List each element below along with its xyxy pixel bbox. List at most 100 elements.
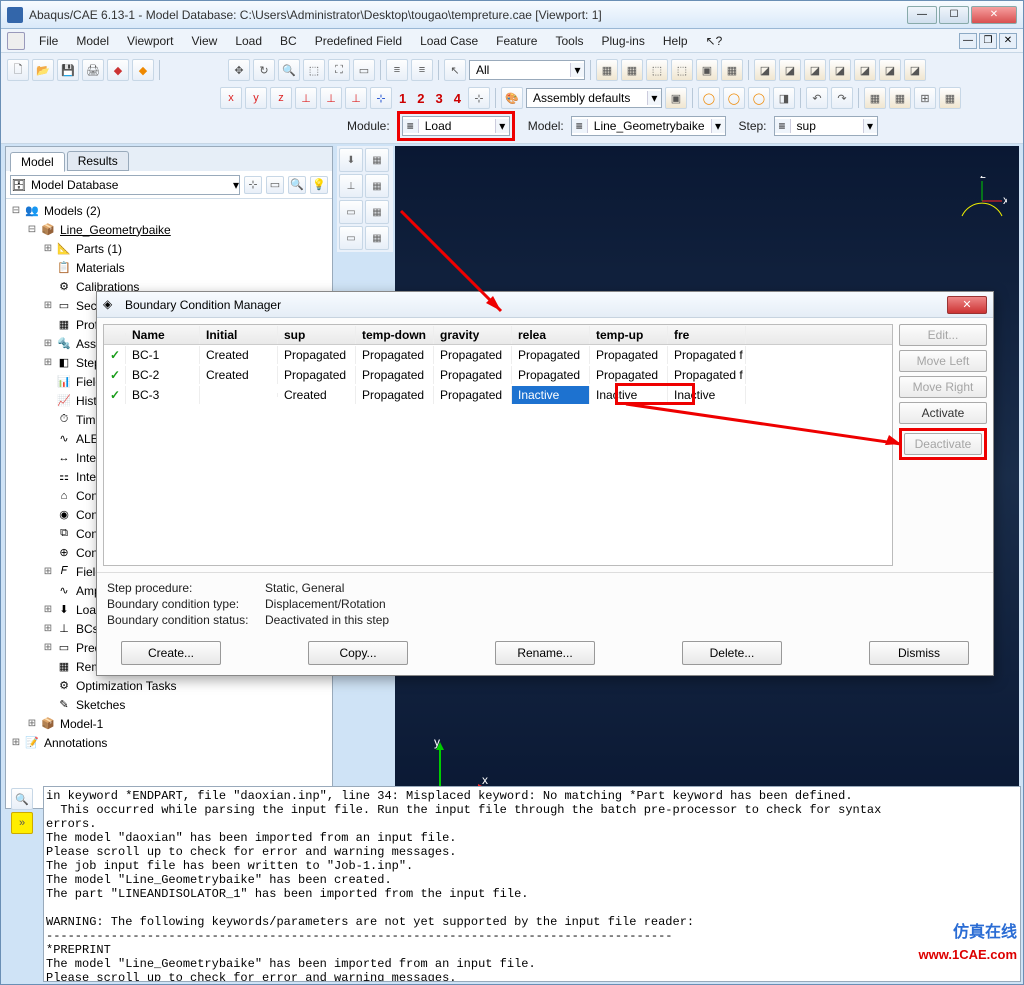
view-icon[interactable]: ◪ — [904, 59, 926, 81]
bc-table[interactable]: NameInitialsuptemp-downgravityreleatemp-… — [103, 324, 893, 566]
view-1-label[interactable]: 1 — [395, 91, 410, 106]
document-icon[interactable] — [7, 32, 25, 50]
deactivate-button[interactable]: Deactivate — [904, 433, 982, 455]
view-2-label[interactable]: 2 — [413, 91, 428, 106]
help-pointer-icon[interactable]: ↖? — [698, 32, 731, 50]
column-header[interactable]: temp-up — [590, 326, 668, 344]
cursor-icon[interactable]: ↖ — [444, 59, 466, 81]
tree-item[interactable]: ⊞📝Annotations — [6, 733, 332, 752]
tree-item[interactable]: ⊟👥Models (2) — [6, 201, 332, 220]
model-database-combo[interactable]: 🗄 Model Database ▾ — [10, 175, 240, 195]
tool-icon[interactable]: ◨ — [773, 87, 795, 109]
view-icon[interactable]: ▦ — [721, 59, 743, 81]
view-side-icon[interactable]: ◪ — [804, 59, 826, 81]
tool-icon[interactable]: ▦ — [889, 87, 911, 109]
menu-viewport[interactable]: Viewport — [119, 32, 181, 50]
move-left-button[interactable]: Move Left — [899, 350, 987, 372]
module-combo[interactable]: ≡ Load ▾ — [402, 116, 510, 136]
copy-button[interactable]: Copy... — [308, 641, 408, 665]
mdi-close-button[interactable]: ✕ — [999, 33, 1017, 49]
tool-icon[interactable]: ◆ — [107, 59, 129, 81]
tree-item[interactable]: ⊞📐Parts (1) — [6, 239, 332, 258]
menu-predefined-field[interactable]: Predefined Field — [307, 32, 410, 50]
tree-item[interactable]: ⚙Optimization Tasks — [6, 676, 332, 695]
column-header[interactable]: Initial — [200, 326, 278, 344]
save-icon[interactable]: 💾 — [57, 59, 79, 81]
tab-results[interactable]: Results — [67, 151, 129, 171]
csys-icon[interactable]: ⊹ — [370, 87, 392, 109]
title-bar[interactable]: Abaqus/CAE 6.13-1 - Model Database: C:\U… — [1, 1, 1023, 29]
tool-icon[interactable]: ◆ — [132, 59, 154, 81]
delete-button[interactable]: Delete... — [682, 641, 782, 665]
create-button[interactable]: Create... — [121, 641, 221, 665]
fit-icon[interactable]: ⛶ — [328, 59, 350, 81]
tool-icon[interactable]: 🔍 — [288, 176, 306, 194]
load-manager-icon[interactable]: ▦ — [365, 148, 389, 172]
circle-icon[interactable]: ◯ — [723, 87, 745, 109]
view-front-icon[interactable]: ◪ — [779, 59, 801, 81]
tree-item[interactable]: ✎Sketches — [6, 695, 332, 714]
color-icon[interactable]: 🎨 — [501, 87, 523, 109]
selection-filter-combo[interactable]: All ▾ — [469, 60, 585, 80]
view-icon[interactable]: ▦ — [596, 59, 618, 81]
tool-icon[interactable]: ▭ — [339, 200, 363, 224]
tree-item[interactable]: 📋Materials — [6, 258, 332, 277]
view-icon[interactable]: ◪ — [879, 59, 901, 81]
tool-icon[interactable]: ▦ — [864, 87, 886, 109]
tool-icon[interactable]: ▦ — [939, 87, 961, 109]
menu-model[interactable]: Model — [68, 32, 117, 50]
view-icon[interactable]: ⬚ — [671, 59, 693, 81]
view-icon[interactable]: ▣ — [696, 59, 718, 81]
column-header[interactable]: relea — [512, 326, 590, 344]
zoom-icon[interactable]: 🔍 — [278, 59, 300, 81]
new-icon[interactable]: 🗋 — [7, 59, 29, 81]
mdi-restore-button[interactable]: ❐ — [979, 33, 997, 49]
step-combo[interactable]: ≡ sup ▾ — [774, 116, 878, 136]
datum-icon[interactable]: ⊥ — [320, 87, 342, 109]
maximize-button[interactable]: ☐ — [939, 6, 969, 24]
view-4-label[interactable]: 4 — [450, 91, 465, 106]
box-zoom-icon[interactable]: ⬚ — [303, 59, 325, 81]
tool-icon[interactable]: ⊞ — [914, 87, 936, 109]
column-header[interactable]: temp-down — [356, 326, 434, 344]
create-load-icon[interactable]: ⬇ — [339, 148, 363, 172]
message-log[interactable]: in keyword *ENDPART, file "daoxian.inp",… — [43, 786, 1021, 982]
tool-icon[interactable]: ≡ — [386, 59, 408, 81]
message-tool-icon[interactable]: 🔍 — [11, 788, 33, 810]
view-top-icon[interactable]: ◪ — [754, 59, 776, 81]
close-button[interactable]: ✕ — [971, 6, 1017, 24]
redo-icon[interactable]: ↷ — [831, 87, 853, 109]
model-combo[interactable]: ≡ Line_Geometrybaike ▾ — [571, 116, 726, 136]
view-icon[interactable]: ▦ — [621, 59, 643, 81]
circle-icon[interactable]: ◯ — [748, 87, 770, 109]
tool-icon[interactable]: ▦ — [365, 226, 389, 250]
mdi-minimize-button[interactable]: — — [959, 33, 977, 49]
view-icon[interactable]: ◪ — [854, 59, 876, 81]
rename-button[interactable]: Rename... — [495, 641, 595, 665]
activate-button[interactable]: Activate — [899, 402, 987, 424]
menu-tools[interactable]: Tools — [547, 32, 591, 50]
column-header[interactable] — [104, 333, 126, 337]
menu-load[interactable]: Load — [227, 32, 270, 50]
minimize-button[interactable]: — — [907, 6, 937, 24]
tool-icon[interactable]: ▭ — [339, 226, 363, 250]
tool-icon[interactable]: ≡ — [411, 59, 433, 81]
dialog-close-button[interactable]: ✕ — [947, 296, 987, 314]
rotate-icon[interactable]: ↻ — [253, 59, 275, 81]
tree-item[interactable]: ⊞📦Model-1 — [6, 714, 332, 733]
bc-manager-icon[interactable]: ▦ — [365, 174, 389, 198]
open-icon[interactable]: 📂 — [32, 59, 54, 81]
datum-y-icon[interactable]: y — [245, 87, 267, 109]
render-style-combo[interactable]: Assembly defaults ▾ — [526, 88, 662, 108]
tree-item[interactable]: ⊟📦Line_Geometrybaike — [6, 220, 332, 239]
menu-feature[interactable]: Feature — [488, 32, 545, 50]
display-group-icon[interactable]: ▣ — [665, 87, 687, 109]
tab-model[interactable]: Model — [10, 152, 65, 172]
undo-icon[interactable]: ↶ — [806, 87, 828, 109]
table-row[interactable]: ✓BC-2CreatedPropagatedPropagatedPropagat… — [104, 365, 892, 385]
csys-icon[interactable]: ⊹ — [468, 87, 490, 109]
tool-icon[interactable]: ⊥ — [339, 174, 363, 198]
menu-bc[interactable]: BC — [272, 32, 305, 50]
print-icon[interactable]: 🖨 — [82, 59, 104, 81]
dialog-title-bar[interactable]: ◈ Boundary Condition Manager ✕ — [97, 292, 993, 318]
